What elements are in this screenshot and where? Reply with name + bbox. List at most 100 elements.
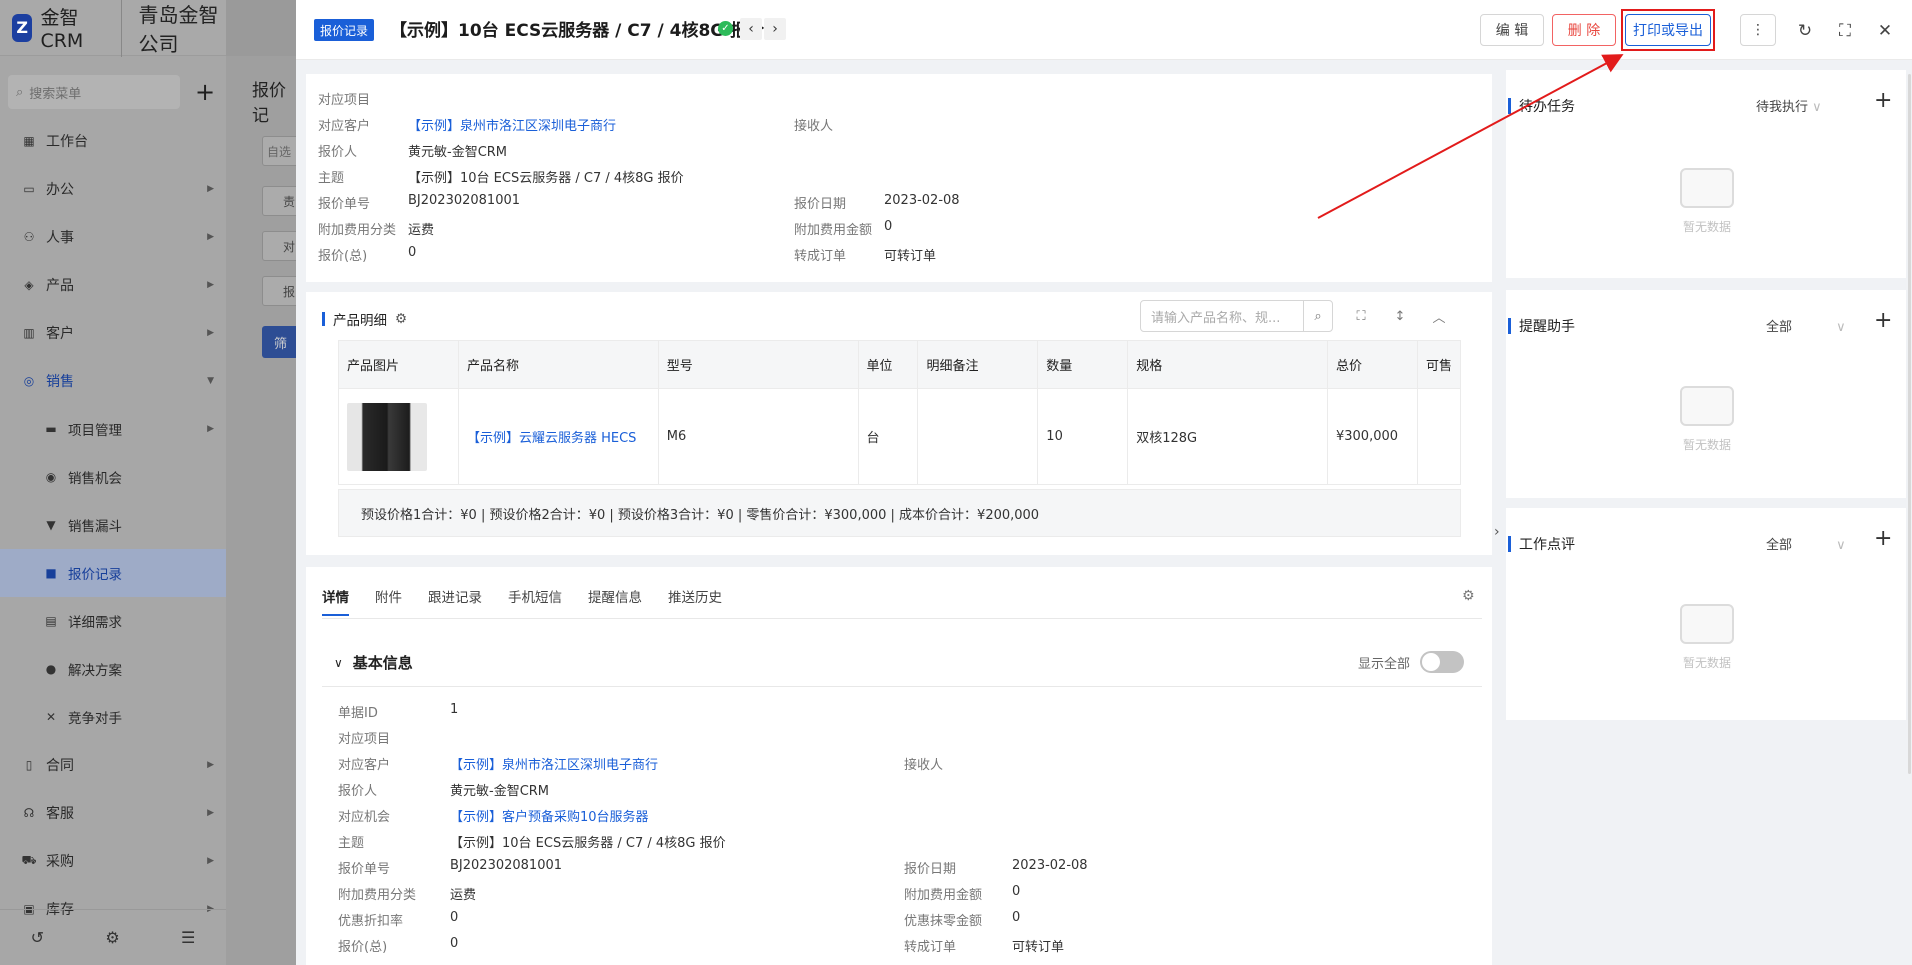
refresh-icon[interactable]: ↻ xyxy=(1794,20,1816,42)
products-header: 产品明细 ⚙ xyxy=(322,309,407,329)
chevron-down-icon: ∨ xyxy=(334,655,343,670)
column-header: 规格 xyxy=(1127,340,1328,389)
add-icon[interactable]: + xyxy=(190,76,220,108)
sidebar-item-service[interactable]: ☊ 客服 ▶ xyxy=(0,789,226,837)
total-cell: ¥300,000 xyxy=(1326,388,1418,485)
menu-search-input[interactable]: ⌕ 搜索菜单 xyxy=(8,75,180,109)
sidebar-menu: ▦ 工作台 ▭ 办公 ▶ ⚇ 人事 ▶ ◈ 产品 ▶ ▥ 客户 ▶ ◎ 销售 ▼ ▬ 项目管理 ▶ ◉ 销售… xyxy=(0,117,226,933)
tab-reminders[interactable]: 提醒信息 xyxy=(588,586,642,616)
row-height-icon[interactable]: ↕ xyxy=(1390,306,1410,326)
sidebar-item-competitors[interactable]: ✕ 竞争对手 xyxy=(0,693,226,741)
company-name[interactable]: 青岛金智公司 xyxy=(121,0,226,57)
model-cell: M6 xyxy=(657,388,859,485)
history-icon[interactable]: ↺ xyxy=(31,928,44,947)
summary-convert-value: 可转订单 xyxy=(884,249,937,264)
settings-icon[interactable]: ⚙ xyxy=(105,928,119,947)
reminder-title: 提醒助手 xyxy=(1519,319,1575,335)
summary-card: 对应项目 对应客户 【示例】泉州市洛江区深圳电子商行 接收人 报价人 黄元敏-金… xyxy=(306,74,1492,282)
sidebar-item-hr[interactable]: ⚇ 人事 ▶ xyxy=(0,213,226,261)
tab-attachments[interactable]: 附件 xyxy=(375,586,402,616)
settings-icon[interactable]: ⚙ xyxy=(1462,588,1475,604)
prev-record-icon[interactable]: ‹ xyxy=(740,18,762,40)
expand-icon[interactable]: ⛶ xyxy=(1351,306,1371,326)
chevron-right-icon: ▶ xyxy=(207,280,214,290)
sidebar-item-funnel[interactable]: ▼ 销售漏斗 xyxy=(0,501,226,549)
fullscreen-icon[interactable]: ⛶ xyxy=(1834,20,1856,42)
sidebar-item-quotes[interactable]: ■ 报价记录 xyxy=(0,549,226,597)
tab-followups[interactable]: 跟进记录 xyxy=(428,586,482,616)
products-title: 产品明细 xyxy=(333,313,387,329)
product-name-cell[interactable]: 【示例】云耀云服务器 HECS xyxy=(457,388,659,485)
sidebar-item-dashboard[interactable]: ▦ 工作台 xyxy=(0,117,226,165)
server-image[interactable] xyxy=(347,402,427,471)
add-review-icon[interactable]: + xyxy=(1874,526,1892,551)
add-reminder-icon[interactable]: + xyxy=(1874,308,1892,333)
document-icon: ▤ xyxy=(45,614,57,628)
add-todo-icon[interactable]: + xyxy=(1874,88,1892,113)
todo-title: 待办任务 xyxy=(1519,99,1575,115)
chevron-right-icon: ▶ xyxy=(207,424,214,434)
quote-icon: ■ xyxy=(45,566,57,580)
todo-card: 待办任务 待我执行 ∨ + 暂无数据 xyxy=(1506,70,1906,278)
tab-push-history[interactable]: 推送历史 xyxy=(668,586,722,616)
chevron-up-icon[interactable]: ︿ xyxy=(1429,306,1449,326)
reminder-empty: 暂无数据 xyxy=(1672,386,1742,453)
sidebar-item-project-mgmt[interactable]: ▬ 项目管理 ▶ xyxy=(0,405,226,453)
collapse-panel-icon[interactable]: › xyxy=(1494,524,1500,540)
basic-total-value: 0 xyxy=(450,936,459,951)
tab-details[interactable]: 详情 xyxy=(322,586,349,616)
summary-project-label: 对应项目 xyxy=(318,93,371,108)
next-record-icon[interactable]: › xyxy=(764,18,786,40)
close-icon[interactable]: ✕ xyxy=(1874,20,1896,42)
sidebar-item-purchase[interactable]: ⛟ 采购 ▶ xyxy=(0,837,226,885)
basic-quoter-value: 黄元敏-金智CRM xyxy=(450,784,550,799)
basic-customer-link[interactable]: 【示例】泉州市洛江区深圳电子商行 xyxy=(450,754,658,773)
people-icon: ⚇ xyxy=(23,230,35,244)
more-icon[interactable]: ⋮ xyxy=(1740,14,1776,46)
product-image-cell xyxy=(338,388,459,485)
sidebar-item-opportunity[interactable]: ◉ 销售机会 xyxy=(0,453,226,501)
summary-convert-label: 转成订单 xyxy=(794,249,847,264)
summary-subject-value: 【示例】10台 ECS云服务器 / C7 / 4核8G 报价 xyxy=(408,171,684,186)
basic-id-label: 单据ID xyxy=(338,706,378,721)
delete-button[interactable]: 删 除 xyxy=(1552,14,1616,46)
sidebar-item-office[interactable]: ▭ 办公 ▶ xyxy=(0,165,226,213)
basic-discount-label: 优惠折扣率 xyxy=(338,914,404,929)
basic-opportunity-label: 对应机会 xyxy=(338,810,391,825)
background-page: 报价记 自选 责 对 报 筛 xyxy=(226,56,304,965)
sidebar-item-sales[interactable]: ◎ 销售 ▼ xyxy=(0,357,226,405)
sidebar-item-requirements[interactable]: ▤ 详细需求 xyxy=(0,597,226,645)
basic-no-value: BJ202302081001 xyxy=(450,858,563,873)
summary-date-value: 2023-02-08 xyxy=(884,193,960,208)
search-icon[interactable]: ⌕ xyxy=(1303,300,1333,332)
drawer-header: 报价记录 【示例】10台 ECS云服务器 / C7 / 4核8G 报价 ✓ ‹ … xyxy=(296,0,1912,60)
settings-icon[interactable]: ⚙ xyxy=(395,311,407,327)
summary-customer-link[interactable]: 【示例】泉州市洛江区深圳电子商行 xyxy=(408,115,616,134)
reminder-filter-select[interactable]: 全部 ∨ xyxy=(1766,316,1846,335)
product-search-input[interactable]: 请输入产品名称、规... xyxy=(1140,300,1304,332)
chevron-right-icon: ▶ xyxy=(207,856,214,866)
products-total-row: 预设价格1合计：¥0 | 预设价格2合计：¥0 | 预设价格3合计：¥0 | 零… xyxy=(338,489,1461,537)
show-all-toggle[interactable] xyxy=(1420,651,1464,673)
product-name-link[interactable]: 【示例】云耀云服务器 HECS xyxy=(467,431,636,446)
sidebar-item-contract[interactable]: ▯ 合同 ▶ xyxy=(0,741,226,789)
table-row[interactable]: 【示例】云耀云服务器 HECS M6 台 10 双核128G ¥300,000 xyxy=(338,388,1462,485)
sidebar-item-customer[interactable]: ▥ 客户 ▶ xyxy=(0,309,226,357)
column-header: 单位 xyxy=(857,340,919,389)
basic-opportunity-link[interactable]: 【示例】客户预备采购10台服务器 xyxy=(450,806,649,825)
saleable-cell xyxy=(1416,388,1462,485)
sidebar-item-product[interactable]: ◈ 产品 ▶ xyxy=(0,261,226,309)
tab-sms[interactable]: 手机短信 xyxy=(508,586,562,616)
todo-filter-select[interactable]: 待我执行 ∨ xyxy=(1756,96,1822,115)
background-page-title: 报价记 xyxy=(252,81,286,126)
collapse-menu-icon[interactable]: ☰ xyxy=(181,928,195,947)
show-all-label: 显示全部 xyxy=(1358,657,1411,672)
basic-info-header[interactable]: ∨ 基本信息 xyxy=(334,652,413,673)
scrollbar[interactable] xyxy=(1908,74,1911,774)
unit-cell: 台 xyxy=(857,388,919,485)
folder-icon: ▬ xyxy=(45,422,57,436)
edit-button[interactable]: 编 辑 xyxy=(1480,14,1544,46)
chevron-down-icon: ∨ xyxy=(1836,538,1846,553)
sidebar-item-solutions[interactable]: ● 解决方案 xyxy=(0,645,226,693)
review-filter-select[interactable]: 全部 ∨ xyxy=(1766,534,1846,553)
